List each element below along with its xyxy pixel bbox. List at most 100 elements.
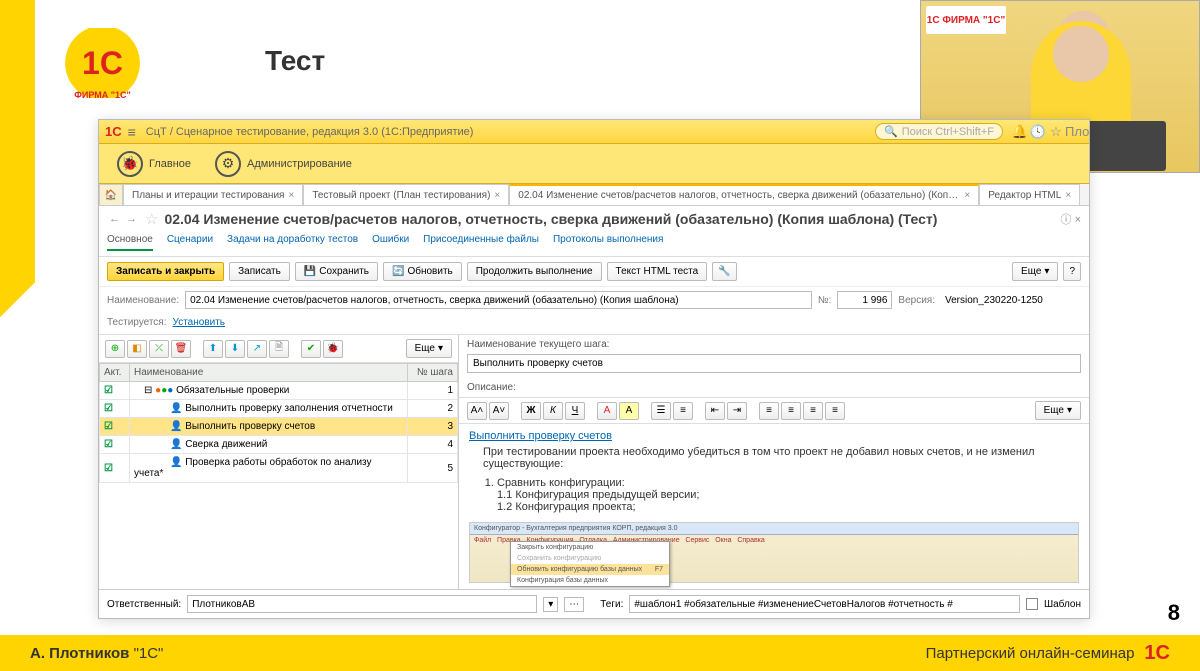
- app-window: 1C ≡ СцТ / Сценарное тестирование, редак…: [98, 119, 1090, 619]
- save-close-button[interactable]: Записать и закрыть: [107, 262, 224, 281]
- nav-admin-label: Администрирование: [247, 158, 352, 170]
- nav-fwd[interactable]: →: [124, 213, 139, 225]
- search-box[interactable]: 🔍 Поиск Ctrl+Shift+F: [875, 123, 1003, 140]
- down-icon[interactable]: ⬇: [225, 340, 245, 358]
- move-icon[interactable]: ↗: [247, 340, 267, 358]
- person-icon: 👤: [170, 439, 182, 450]
- checkbox-icon[interactable]: ☑: [104, 403, 113, 414]
- resp-dropdown[interactable]: ▾: [543, 597, 558, 612]
- resp-open[interactable]: ⋯: [564, 597, 584, 612]
- clock-icon[interactable]: 🕓: [1029, 124, 1047, 140]
- indent[interactable]: ⇥: [727, 402, 747, 420]
- align-just[interactable]: ≡: [825, 402, 845, 420]
- help-button[interactable]: ?: [1063, 262, 1081, 281]
- tab-home[interactable]: 🏠: [99, 184, 123, 205]
- nav-admin[interactable]: ⚙ Администрирование: [205, 147, 362, 181]
- up-icon[interactable]: ⬆: [203, 340, 223, 358]
- bold[interactable]: Ж: [521, 402, 541, 420]
- name-field[interactable]: [185, 291, 812, 309]
- link-protocols[interactable]: Протоколы выполнения: [553, 234, 663, 251]
- write-button[interactable]: Записать: [229, 262, 290, 281]
- tool-icon[interactable]: ⤫: [149, 340, 169, 358]
- testing-link[interactable]: Установить: [173, 317, 226, 328]
- tab-html-editor[interactable]: Редактор HTML ×: [979, 184, 1080, 205]
- underline[interactable]: Ч: [565, 402, 585, 420]
- refresh-button[interactable]: 🔄Обновить: [383, 262, 462, 281]
- outdent[interactable]: ⇤: [705, 402, 725, 420]
- add2-icon[interactable]: ◧: [127, 340, 147, 358]
- col-name[interactable]: Наименование: [130, 364, 408, 382]
- video-brand: 1С ФИРМА "1С": [926, 6, 1006, 34]
- template-checkbox[interactable]: [1026, 598, 1038, 610]
- delete-icon[interactable]: 🗑: [171, 340, 191, 358]
- close-icon[interactable]: ×: [1065, 190, 1071, 201]
- checkbox-icon[interactable]: ☑: [104, 439, 113, 450]
- search-placeholder: Поиск Ctrl+Shift+F: [902, 126, 994, 138]
- align-center[interactable]: ≡: [781, 402, 801, 420]
- num-label: №:: [818, 295, 832, 306]
- link-scenarios[interactable]: Сценарии: [167, 234, 213, 251]
- more-button[interactable]: Еще ▾: [1035, 401, 1081, 420]
- bell-icon[interactable]: 🔔: [1011, 124, 1029, 140]
- table-row[interactable]: ☑ 👤 Проверка работы обработок по анализу…: [100, 454, 458, 483]
- col-act[interactable]: Акт.: [100, 364, 130, 382]
- html-text-button[interactable]: Текст HTML теста: [607, 262, 708, 281]
- more-button[interactable]: Еще ▾: [1012, 262, 1058, 281]
- step-name-field[interactable]: [467, 354, 1081, 373]
- ver-field[interactable]: [941, 291, 1081, 309]
- add-icon[interactable]: ⊕: [105, 340, 125, 358]
- favorite-icon[interactable]: ☆: [145, 210, 158, 228]
- description-editor[interactable]: Выполнить проверку счетов При тестирован…: [459, 424, 1089, 589]
- desc-list: Сравнить конфигурации: 1.1 Конфигурация …: [497, 477, 1079, 513]
- font-color[interactable]: A: [597, 402, 617, 420]
- align-left[interactable]: ≡: [759, 402, 779, 420]
- check-icon[interactable]: ✔: [301, 340, 321, 358]
- checkbox-icon[interactable]: ☑: [104, 421, 113, 432]
- highlight[interactable]: A: [619, 402, 639, 420]
- table-row[interactable]: ☑ ⊟ ●●● Обязательные проверки 1: [100, 382, 458, 400]
- num-field[interactable]: [837, 291, 892, 309]
- col-step[interactable]: № шага: [408, 364, 458, 382]
- tab-current-test[interactable]: 02.04 Изменение счетов/расчетов налогов,…: [509, 184, 979, 205]
- star-icon[interactable]: ☆: [1047, 124, 1065, 140]
- person-icon: 👤: [170, 457, 182, 468]
- slide-number: 8: [1168, 600, 1180, 626]
- font-dec[interactable]: A˅: [489, 402, 509, 420]
- nav-main[interactable]: 🐞 Главное: [107, 147, 201, 181]
- tags-field[interactable]: [629, 595, 1020, 613]
- tab-plans[interactable]: Планы и итерации тестирования ×: [123, 184, 303, 205]
- menu-icon[interactable]: ≡: [128, 124, 136, 140]
- more-button[interactable]: Еще ▾: [406, 339, 452, 358]
- link-files[interactable]: Присоединенные файлы: [423, 234, 539, 251]
- help-icon[interactable]: ⓘ ×: [1061, 211, 1081, 227]
- link-errors[interactable]: Ошибки: [372, 234, 409, 251]
- table-row[interactable]: ☑ 👤 Выполнить проверку заполнения отчетн…: [100, 400, 458, 418]
- settings-icon[interactable]: 🔧: [712, 262, 736, 281]
- align-right[interactable]: ≡: [803, 402, 823, 420]
- tab-test-project[interactable]: Тестовый проект (План тестирования) ×: [303, 184, 509, 205]
- list-bullet[interactable]: ☰: [651, 402, 671, 420]
- ver-label: Версия:: [898, 295, 935, 306]
- italic[interactable]: К: [543, 402, 563, 420]
- font-inc[interactable]: A˄: [467, 402, 487, 420]
- copy-icon[interactable]: 🗎: [269, 340, 289, 358]
- close-icon[interactable]: ×: [494, 190, 500, 201]
- search-icon: 🔍: [884, 125, 898, 138]
- close-icon[interactable]: ×: [964, 190, 970, 201]
- table-row[interactable]: ☑ 👤 Выполнить проверку счетов 3: [100, 418, 458, 436]
- save-button[interactable]: 💾Сохранить: [295, 262, 378, 281]
- checkbox-icon[interactable]: ☑: [104, 463, 113, 474]
- link-tasks[interactable]: Задачи на доработку тестов: [227, 234, 358, 251]
- continue-button[interactable]: Продолжить выполнение: [467, 262, 602, 281]
- person-icon: 👤: [170, 403, 182, 414]
- bug-icon[interactable]: 🐞: [323, 340, 343, 358]
- close-icon[interactable]: ×: [288, 190, 294, 201]
- checkbox-icon[interactable]: ☑: [104, 385, 113, 396]
- resp-field[interactable]: [187, 595, 537, 613]
- desc-link[interactable]: Выполнить проверку счетов: [469, 430, 1079, 442]
- link-main[interactable]: Основное: [107, 234, 153, 251]
- list-num[interactable]: ≡: [673, 402, 693, 420]
- nav-back[interactable]: ←: [107, 213, 122, 225]
- table-row[interactable]: ☑ 👤 Сверка движений 4: [100, 436, 458, 454]
- bug-icon: 🐞: [117, 151, 143, 177]
